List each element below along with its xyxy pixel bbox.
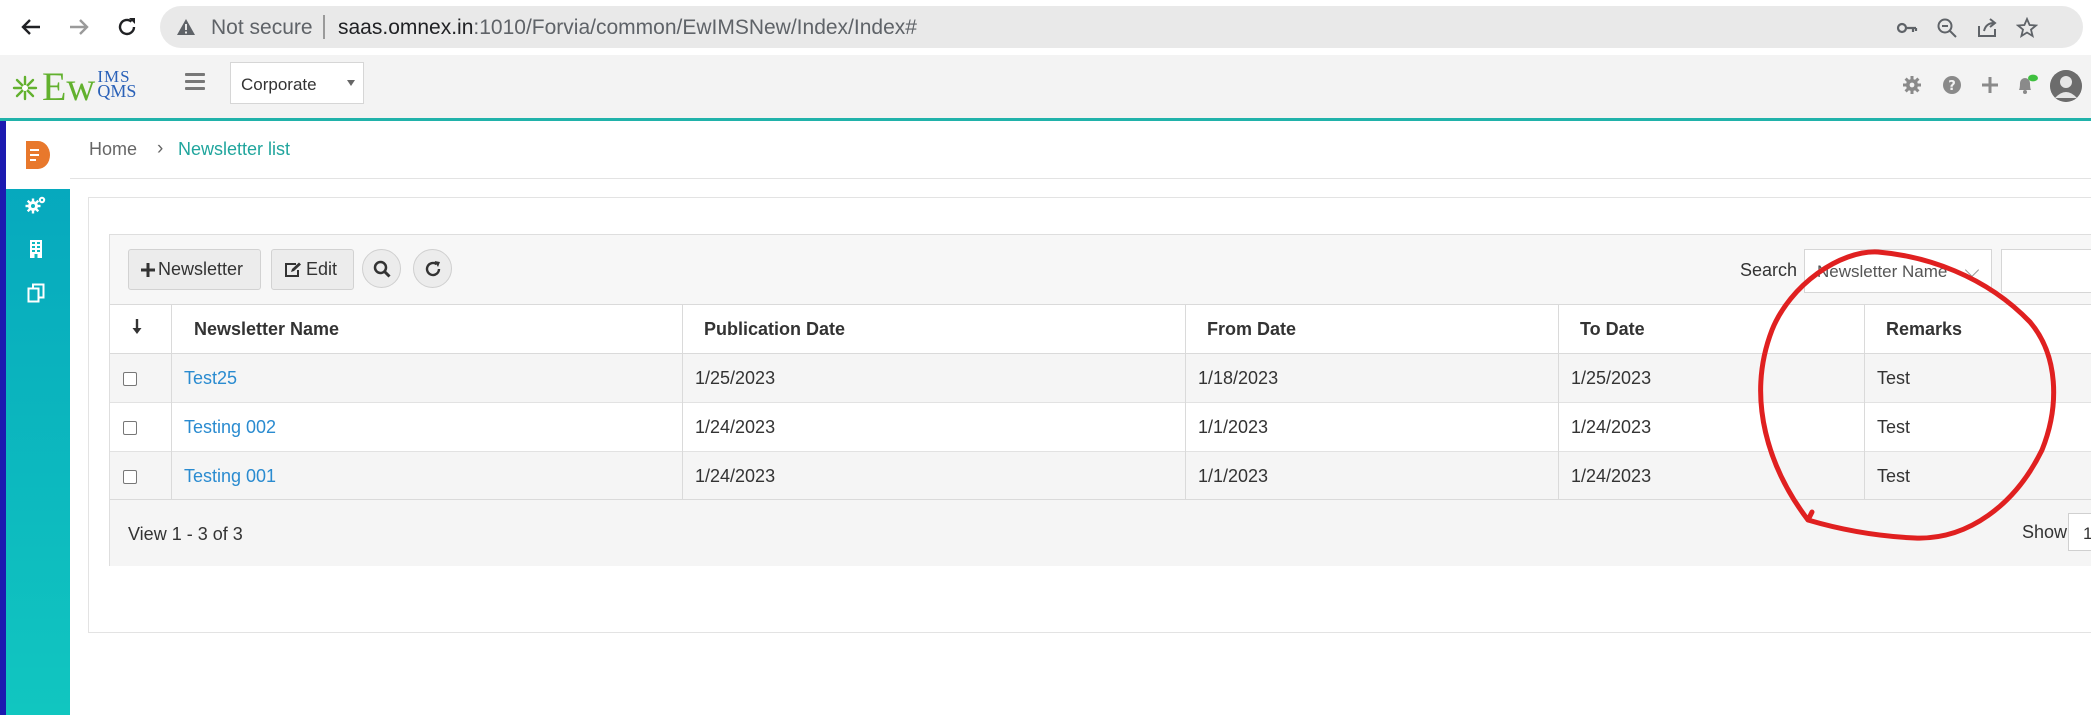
breadcrumb: Home › Newsletter list (70, 121, 2091, 179)
column-header-from-date[interactable]: From Date (1207, 305, 1296, 354)
search-input[interactable] (2001, 249, 2091, 293)
browser-toolbar: Not secure saas.omnex.in:1010/Forvia/com… (0, 0, 2091, 55)
forward-icon[interactable] (64, 12, 94, 42)
publication-date-cell: 1/24/2023 (695, 417, 776, 437)
search-icon (373, 260, 391, 278)
url-text[interactable]: saas.omnex.in:1010/Forvia/common/EwIMSNe… (338, 16, 917, 40)
bell-icon[interactable] (2013, 71, 2041, 99)
column-header-to-date[interactable]: To Date (1580, 305, 1645, 354)
search-button[interactable] (362, 249, 401, 288)
chevron-down-icon (1964, 262, 1980, 278)
logo-ew: Ew (42, 64, 96, 109)
table-row[interactable]: Testing 002 1/24/2023 1/1/2023 1/24/2023… (110, 403, 2091, 452)
warning-icon (176, 17, 196, 42)
search-field-value: Newsletter Name (1817, 262, 1948, 281)
breadcrumb-home[interactable]: Home (89, 139, 137, 160)
refresh-button[interactable] (413, 249, 452, 288)
table-row[interactable]: Testing 001 1/24/2023 1/1/2023 1/24/2023… (110, 452, 2091, 501)
help-icon[interactable]: ? (1938, 71, 1966, 99)
column-header-newsletter-name[interactable]: Newsletter Name (194, 305, 339, 354)
sidebar-item-documents[interactable] (6, 121, 70, 189)
edit-button[interactable]: Edit (271, 249, 354, 290)
bookmark-star-icon[interactable] (2014, 15, 2040, 41)
publication-date-cell: 1/24/2023 (695, 466, 776, 486)
breadcrumb-separator: › (157, 138, 164, 159)
plus-icon[interactable] (1976, 71, 2004, 99)
column-divider (682, 304, 683, 499)
record-count: View 1 - 3 of 3 (128, 524, 243, 544)
newsletter-name-link[interactable]: Test25 (184, 368, 237, 389)
gear-icon[interactable] (1898, 71, 1926, 99)
row-checkbox[interactable] (123, 470, 137, 484)
share-icon[interactable] (1974, 15, 2000, 41)
refresh-icon (425, 260, 440, 276)
sort-arrow-icon (132, 319, 142, 334)
url-path: :1010/Forvia/common/EwIMSNew/Index/Index… (473, 16, 917, 39)
to-date-cell: 1/24/2023 (1571, 417, 1652, 437)
row-checkbox[interactable] (123, 421, 137, 435)
page-size-value: 1 (2083, 524, 2091, 543)
gears-icon[interactable] (24, 193, 48, 217)
ewqms-logo[interactable]: Ew IMS QMS (12, 65, 136, 109)
zoom-out-icon[interactable] (1934, 15, 1960, 41)
key-icon[interactable] (1894, 15, 1920, 41)
show-label: Show (2022, 522, 2068, 542)
table-row[interactable]: Test25 1/25/2023 1/18/2023 1/25/2023 Tes… (110, 354, 2091, 403)
row-checkbox[interactable] (123, 372, 137, 386)
address-bar[interactable]: Not secure saas.omnex.in:1010/Forvia/com… (160, 6, 2083, 48)
column-divider (1864, 304, 1865, 499)
edit-icon (285, 262, 301, 277)
column-divider (1558, 304, 1559, 499)
url-host: saas.omnex.in (338, 16, 474, 39)
back-icon[interactable] (16, 12, 46, 42)
hamburger-menu-icon[interactable] (185, 73, 205, 94)
remarks-cell: Test (1877, 417, 1911, 437)
remarks-cell: Test (1877, 368, 1911, 388)
company-select[interactable]: Corporate (230, 62, 364, 104)
reload-icon[interactable] (112, 12, 142, 42)
page-size-select[interactable]: 1 (2068, 513, 2091, 551)
to-date-cell: 1/24/2023 (1571, 466, 1652, 486)
grid-pager: View 1 - 3 of 3 Show 1 (110, 499, 2091, 566)
grid-toolbar: Newsletter Edit Search Newsletter Name (110, 235, 2091, 304)
column-header-publication-date[interactable]: Publication Date (704, 305, 845, 354)
breadcrumb-current[interactable]: Newsletter list (178, 139, 290, 160)
company-select-value: Corporate (241, 75, 317, 94)
search-label: Search (1740, 260, 1798, 280)
newsletter-grid: Newsletter Edit Search Newsletter Name N… (109, 234, 2091, 566)
sidebar-edge (0, 121, 6, 715)
edit-label: Edit (306, 259, 338, 279)
column-divider (1185, 304, 1186, 499)
add-newsletter-button[interactable]: Newsletter (128, 249, 261, 290)
add-newsletter-label: Newsletter (158, 259, 244, 279)
copy-icon[interactable] (24, 281, 48, 305)
newsletter-name-link[interactable]: Testing 002 (184, 417, 276, 438)
publication-date-cell: 1/25/2023 (695, 368, 776, 388)
newsletter-name-link[interactable]: Testing 001 (184, 466, 276, 487)
from-date-cell: 1/1/2023 (1198, 417, 1269, 437)
svg-text:?: ? (1948, 79, 1956, 94)
logo-qms: QMS (97, 81, 137, 101)
app-header: Ew IMS QMS Corporate ? (0, 55, 2091, 121)
caret-down-icon (347, 80, 355, 86)
from-date-cell: 1/1/2023 (1198, 466, 1269, 486)
plus-icon (141, 262, 155, 277)
not-secure-label: Not secure (211, 16, 313, 39)
document-icon (26, 141, 50, 169)
column-divider (171, 304, 172, 499)
sort-column-header[interactable] (132, 305, 142, 354)
logo-burst-icon (12, 75, 38, 101)
from-date-cell: 1/18/2023 (1198, 368, 1279, 388)
building-icon[interactable] (24, 237, 48, 261)
url-divider (323, 15, 325, 39)
search-field-select[interactable]: Newsletter Name (1804, 249, 1992, 293)
table-header: Newsletter Name Publication Date From Da… (110, 304, 2091, 354)
column-header-remarks[interactable]: Remarks (1886, 305, 1962, 354)
remarks-cell: Test (1877, 466, 1911, 486)
to-date-cell: 1/25/2023 (1571, 368, 1652, 388)
avatar[interactable] (2050, 70, 2082, 102)
